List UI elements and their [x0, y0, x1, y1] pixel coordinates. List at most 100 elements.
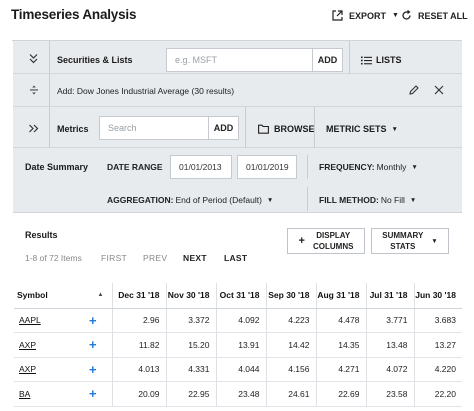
- security-input-placeholder: e.g. MSFT: [175, 55, 218, 65]
- column-header[interactable]: Dec 31 '18: [111, 283, 166, 309]
- lists-button[interactable]: LISTS: [361, 55, 402, 65]
- aggregation-value: End of Period (Default): [175, 195, 262, 205]
- summary-stats-line1: SUMMARY: [382, 231, 424, 240]
- table-cell: 13.48: [365, 332, 414, 358]
- metric-search-input[interactable]: Search: [99, 116, 209, 140]
- column-header[interactable]: Jul 31 '18: [365, 283, 414, 309]
- fill-method-label: FILL METHOD:: [319, 195, 379, 205]
- added-list-text: Add: Dow Jones Industrial Average (30 re…: [57, 86, 235, 96]
- expand-chevron-icon[interactable]: [28, 123, 39, 136]
- chevron-down-icon: ▼: [266, 196, 274, 204]
- next-page-button[interactable]: NEXT: [183, 253, 207, 263]
- chevron-down-icon: ▼: [411, 163, 418, 171]
- divider: [314, 107, 315, 148]
- display-columns-line2: COLUMNS: [312, 242, 354, 251]
- aggregation-dropdown[interactable]: AGGREGATION: End of Period (Default) ▼: [107, 195, 273, 205]
- table-cell: 4.478: [315, 308, 366, 333]
- table-cell: 3.683: [413, 308, 462, 333]
- table-cell: 4.156: [265, 357, 316, 382]
- table-cell: 4.072: [365, 357, 414, 382]
- add-security-button[interactable]: ADD: [312, 48, 343, 72]
- table-cell: 22.69: [315, 381, 366, 407]
- display-columns-line1: DISPLAY: [316, 231, 351, 240]
- column-header[interactable]: Sep 30 '18: [265, 283, 316, 309]
- display-columns-button[interactable]: + DISPLAY COLUMNS: [287, 228, 365, 254]
- last-page-button[interactable]: LAST: [224, 253, 247, 263]
- start-date-input[interactable]: 01/01/2013: [170, 155, 232, 179]
- list-icon: [361, 56, 372, 64]
- metric-sets-label: METRIC SETS: [326, 124, 387, 134]
- symbol-link[interactable]: BA: [14, 381, 74, 407]
- divider: [349, 41, 350, 74]
- column-header[interactable]: Aug 31 '18: [315, 283, 366, 309]
- frequency-dropdown[interactable]: FREQUENCY: Monthly ▼: [319, 162, 418, 172]
- divider: [245, 107, 246, 148]
- table-cell: 4.271: [315, 357, 366, 382]
- external-link-icon: [332, 10, 343, 21]
- date-range-label: DATE RANGE: [107, 162, 163, 172]
- lists-label: LISTS: [376, 55, 402, 65]
- column-header[interactable]: Jun 30 '18: [413, 283, 462, 309]
- table-cell: 2.96: [111, 308, 166, 333]
- export-button[interactable]: EXPORT ▼: [332, 10, 399, 21]
- page-title: Timeseries Analysis: [11, 7, 137, 22]
- column-header[interactable]: Oct 31 '18: [215, 283, 266, 309]
- table-row: BA + 20.09 22.95 23.48 24.61 22.69 23.58…: [14, 381, 462, 407]
- table-cell: 14.35: [315, 332, 366, 358]
- table-header-row: Symbol ▲ Dec 31 '18 Nov 30 '18 Oct 31 '1…: [14, 283, 462, 309]
- add-row-plus-icon[interactable]: +: [74, 381, 112, 407]
- browse-button[interactable]: BROWSE: [258, 124, 315, 134]
- frequency-value: Monthly: [376, 162, 407, 172]
- add-row-plus-icon[interactable]: +: [74, 357, 112, 382]
- table-cell: 14.42: [265, 332, 316, 358]
- results-count: 1-8 of 72 Items: [25, 253, 82, 263]
- aggregation-label: AGGREGATION:: [107, 195, 174, 205]
- add-metric-button[interactable]: ADD: [208, 116, 239, 140]
- symbol-link[interactable]: AXP: [14, 332, 74, 358]
- table-cell: 4.013: [111, 357, 166, 382]
- date-summary-label: Date Summary: [25, 162, 89, 172]
- symbol-link[interactable]: AAPL: [14, 308, 74, 333]
- table-cell: 4.223: [265, 308, 316, 333]
- divider: [307, 155, 308, 179]
- fill-method-dropdown[interactable]: FILL METHOD: No Fill ▼: [319, 195, 416, 205]
- chevron-down-icon: ▼: [392, 12, 399, 19]
- table-cell: 13.27: [413, 332, 462, 358]
- symbol-link[interactable]: AXP: [14, 357, 74, 382]
- drag-handle-icon[interactable]: [29, 85, 39, 97]
- date-range-dropdown[interactable]: DATE RANGE ▼: [107, 162, 176, 172]
- sort-up-icon[interactable]: ▲: [98, 292, 104, 298]
- edit-pencil-icon[interactable]: [409, 85, 419, 97]
- summary-stats-button[interactable]: SUMMARY STATS ▼: [371, 228, 449, 254]
- close-icon[interactable]: [434, 85, 444, 97]
- column-header[interactable]: Nov 30 '18: [165, 283, 216, 309]
- end-date-input[interactable]: 01/01/2019: [237, 155, 297, 179]
- table-cell: 4.220: [413, 357, 462, 382]
- results-table: Symbol ▲ Dec 31 '18 Nov 30 '18 Oct 31 '1…: [14, 283, 462, 407]
- divider: [307, 187, 308, 211]
- refresh-icon: [402, 10, 411, 20]
- table-cell: 15.20: [165, 332, 216, 358]
- reset-all-button[interactable]: RESET ALL: [401, 10, 468, 21]
- securities-label: Securities & Lists: [57, 55, 133, 65]
- table-cell: 4.331: [165, 357, 216, 382]
- symbol-header-label: Symbol: [17, 290, 48, 301]
- plus-icon: +: [298, 234, 305, 247]
- add-row-plus-icon[interactable]: +: [74, 308, 112, 333]
- fill-method-value: No Fill: [380, 195, 405, 205]
- first-page-button[interactable]: FIRST: [101, 253, 127, 263]
- export-label: EXPORT: [349, 10, 387, 21]
- metric-sets-dropdown[interactable]: METRIC SETS ▼: [326, 124, 398, 134]
- table-cell: 22.20: [413, 381, 462, 407]
- collapse-chevron-icon[interactable]: [28, 53, 39, 66]
- symbol-header[interactable]: Symbol ▲: [14, 283, 112, 309]
- add-row-plus-icon[interactable]: +: [74, 332, 112, 358]
- table-cell: 11.82: [111, 332, 166, 358]
- chevron-down-icon: ▼: [391, 125, 398, 133]
- table-cell: 22.95: [165, 381, 216, 407]
- security-search-input[interactable]: e.g. MSFT: [166, 48, 313, 72]
- table-cell: 23.48: [215, 381, 266, 407]
- prev-page-button[interactable]: PREV: [143, 253, 167, 263]
- chevron-down-icon: ▼: [431, 237, 438, 245]
- table-row: AAPL + 2.96 3.372 4.092 4.223 4.478 3.77…: [14, 308, 462, 333]
